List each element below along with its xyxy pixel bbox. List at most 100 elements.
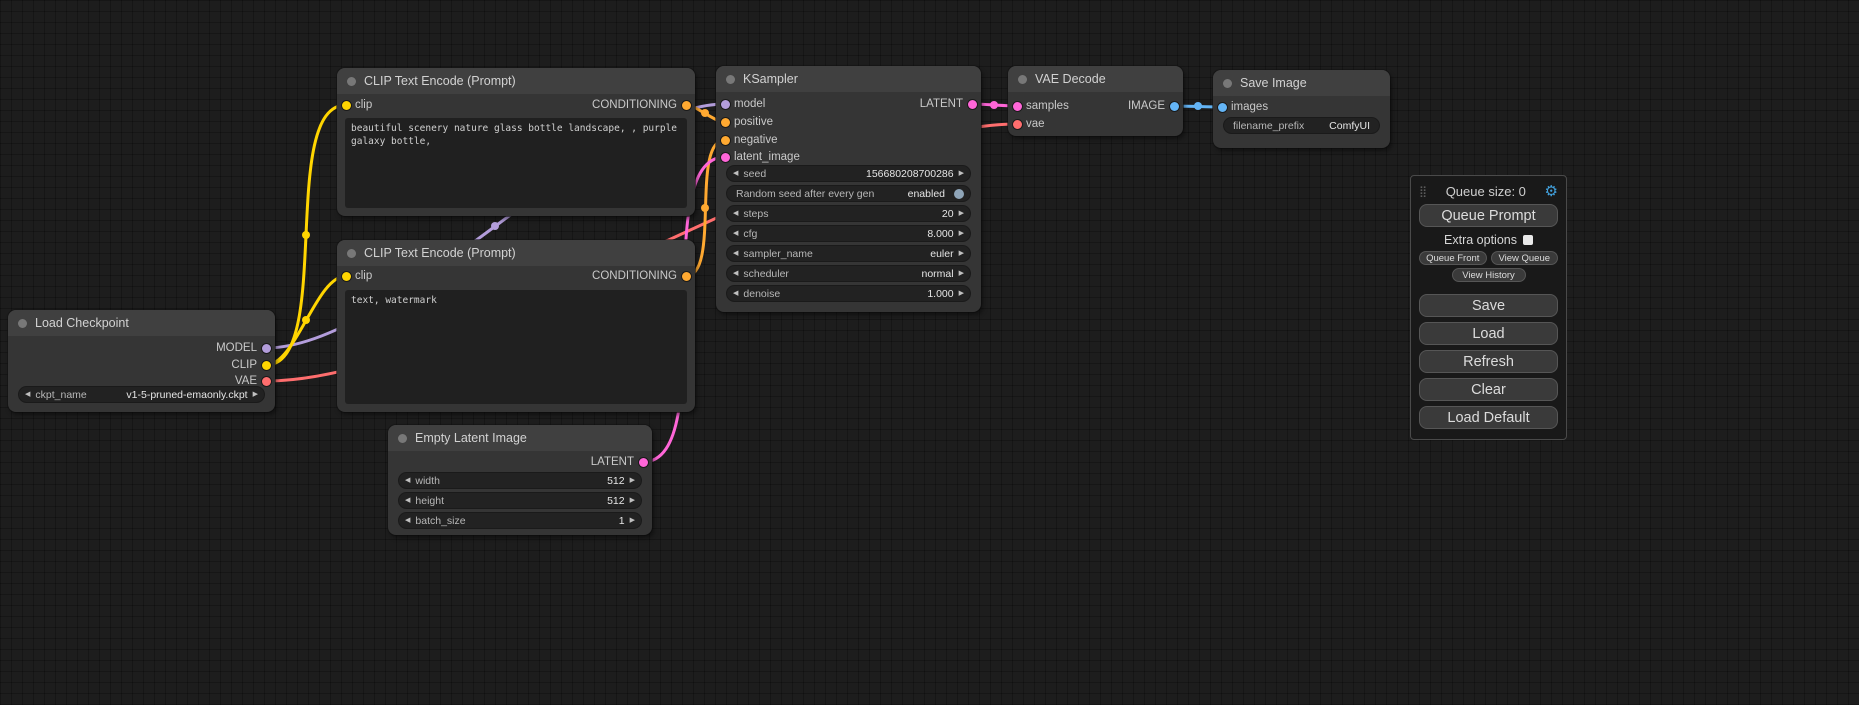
increment-arrow-icon[interactable]: ▶ — [959, 170, 964, 177]
queue-front-button[interactable]: Queue Front — [1419, 251, 1487, 265]
queue-prompt-button[interactable]: Queue Prompt — [1419, 204, 1558, 227]
node-title-bar[interactable]: CLIP Text Encode (Prompt) — [337, 240, 695, 266]
clip-input-port[interactable] — [342, 272, 351, 281]
model-output-port[interactable] — [262, 344, 271, 353]
clip-output-label: CLIP — [231, 357, 257, 373]
node-title-bar[interactable]: VAE Decode — [1008, 66, 1183, 92]
decrement-arrow-icon[interactable]: ◀ — [405, 517, 410, 524]
collapse-toggle-icon[interactable] — [398, 434, 407, 443]
collapse-toggle-icon[interactable] — [1223, 79, 1232, 88]
steps-widget[interactable]: ◀ steps 20 ▶ — [726, 205, 971, 222]
queue-size-label: Queue size: 0 — [1427, 184, 1544, 199]
load-button[interactable]: Load — [1419, 322, 1558, 345]
node-title-bar[interactable]: Empty Latent Image — [388, 425, 652, 451]
widget-label: height — [415, 495, 444, 507]
increment-arrow-icon[interactable]: ▶ — [630, 497, 635, 504]
increment-arrow-icon[interactable]: ▶ — [630, 477, 635, 484]
increment-arrow-icon[interactable]: ▶ — [959, 250, 964, 257]
widget-value: v1-5-pruned-emaonly.ckpt — [126, 389, 247, 401]
images-input-port[interactable] — [1218, 103, 1227, 112]
vae-input-port[interactable] — [1013, 120, 1022, 129]
increment-arrow-icon[interactable]: ▶ — [959, 290, 964, 297]
decrement-arrow-icon[interactable]: ◀ — [733, 230, 738, 237]
decrement-arrow-icon[interactable]: ◀ — [733, 290, 738, 297]
positive-input-port[interactable] — [721, 118, 730, 127]
view-history-button[interactable]: View History — [1452, 268, 1526, 282]
scheduler-widget[interactable]: ◀ scheduler normal ▶ — [726, 265, 971, 282]
decrement-arrow-icon[interactable]: ◀ — [405, 477, 410, 484]
clip-negative-link-dot — [302, 316, 310, 324]
collapse-toggle-icon[interactable] — [1018, 75, 1027, 84]
save-button[interactable]: Save — [1419, 294, 1558, 317]
widget-value: 1.000 — [927, 288, 953, 300]
node-title: KSampler — [743, 72, 798, 86]
latent-image-input-port[interactable] — [721, 153, 730, 162]
refresh-button[interactable]: Refresh — [1419, 350, 1558, 373]
negative-prompt-textarea[interactable]: text, watermark — [345, 290, 687, 404]
denoise-widget[interactable]: ◀ denoise 1.000 ▶ — [726, 285, 971, 302]
latent-output-port[interactable] — [639, 458, 648, 467]
load-default-button[interactable]: Load Default — [1419, 406, 1558, 429]
widget-value: 20 — [942, 208, 954, 220]
widget-label: denoise — [743, 288, 780, 300]
ckpt-name-widget[interactable]: ◀ ckpt_name v1-5-pruned-emaonly.ckpt ▶ — [18, 386, 265, 403]
samples-input-port[interactable] — [1013, 102, 1022, 111]
decrement-arrow-icon[interactable]: ◀ — [25, 391, 30, 398]
latent-output-port[interactable] — [968, 100, 977, 109]
negative-input-port[interactable] — [721, 136, 730, 145]
vae-output-port[interactable] — [262, 377, 271, 386]
increment-arrow-icon[interactable]: ▶ — [959, 230, 964, 237]
toggle-indicator-icon[interactable] — [954, 189, 964, 199]
collapse-toggle-icon[interactable] — [726, 75, 735, 84]
decrement-arrow-icon[interactable]: ◀ — [733, 250, 738, 257]
view-queue-button[interactable]: View Queue — [1491, 251, 1559, 265]
decrement-arrow-icon[interactable]: ◀ — [733, 270, 738, 277]
clip-negative-link-wire — [266, 276, 346, 365]
batch-size-widget[interactable]: ◀ batch_size 1 ▶ — [398, 512, 642, 529]
settings-gear-icon[interactable]: ⚙ — [1545, 184, 1558, 199]
conditioning-output-port[interactable] — [682, 101, 691, 110]
increment-arrow-icon[interactable]: ▶ — [630, 517, 635, 524]
model-input-port[interactable] — [721, 100, 730, 109]
node-title-bar[interactable]: Save Image — [1213, 70, 1390, 96]
filename-prefix-widget[interactable]: filename_prefix ComfyUI — [1223, 117, 1380, 134]
seed-widget[interactable]: ◀ seed 156680208700286 ▶ — [726, 165, 971, 182]
clip-input-port[interactable] — [342, 101, 351, 110]
decrement-arrow-icon[interactable]: ◀ — [405, 497, 410, 504]
node-title-bar[interactable]: CLIP Text Encode (Prompt) — [337, 68, 695, 94]
decrement-arrow-icon[interactable]: ◀ — [733, 170, 738, 177]
drag-handle-icon[interactable]: ⣿ — [1419, 185, 1427, 198]
increment-arrow-icon[interactable]: ▶ — [959, 270, 964, 277]
positive-prompt-textarea[interactable]: beautiful scenery nature glass bottle la… — [345, 118, 687, 208]
width-widget[interactable]: ◀ width 512 ▶ — [398, 472, 642, 489]
model-input-label: model — [734, 96, 765, 112]
extra-options-checkbox[interactable] — [1523, 235, 1533, 245]
latent-output-link-dot — [990, 101, 998, 109]
clear-button[interactable]: Clear — [1419, 378, 1558, 401]
sampler-name-widget[interactable]: ◀ sampler_name euler ▶ — [726, 245, 971, 262]
height-widget[interactable]: ◀ height 512 ▶ — [398, 492, 642, 509]
conditioning-output-label: CONDITIONING — [592, 268, 677, 284]
image-output-port[interactable] — [1170, 102, 1179, 111]
model-link-dot — [491, 222, 499, 230]
collapse-toggle-icon[interactable] — [18, 319, 27, 328]
widget-value: ComfyUI — [1329, 120, 1370, 132]
collapse-toggle-icon[interactable] — [347, 249, 356, 258]
widget-value: euler — [930, 248, 953, 260]
widget-value: normal — [922, 268, 954, 280]
widget-label: sampler_name — [743, 248, 812, 260]
node-title-bar[interactable]: Load Checkpoint — [8, 310, 275, 336]
cfg-widget[interactable]: ◀ cfg 8.000 ▶ — [726, 225, 971, 242]
random-seed-widget[interactable]: Random seed after every gen enabled — [726, 185, 971, 202]
clip-output-port[interactable] — [262, 361, 271, 370]
conditioning-output-label: CONDITIONING — [592, 97, 677, 113]
node-load-checkpoint: Load Checkpoint MODEL CLIP VAE ◀ ckpt_na… — [8, 310, 275, 412]
increment-arrow-icon[interactable]: ▶ — [253, 391, 258, 398]
graph-canvas[interactable]: Load Checkpoint MODEL CLIP VAE ◀ ckpt_na… — [0, 0, 1859, 705]
conditioning-output-port[interactable] — [682, 272, 691, 281]
decrement-arrow-icon[interactable]: ◀ — [733, 210, 738, 217]
collapse-toggle-icon[interactable] — [347, 77, 356, 86]
node-title-bar[interactable]: KSampler — [716, 66, 981, 92]
increment-arrow-icon[interactable]: ▶ — [959, 210, 964, 217]
widget-value: 1 — [619, 515, 625, 527]
